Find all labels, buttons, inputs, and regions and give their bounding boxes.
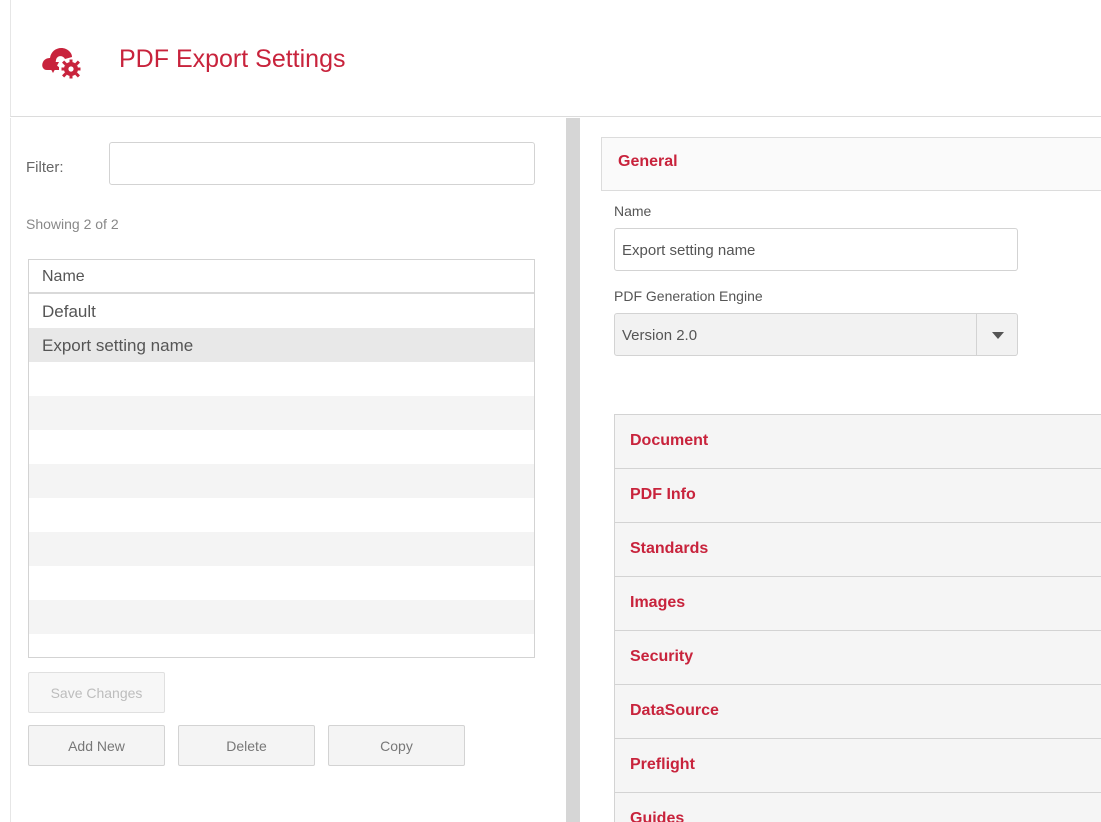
- section-images[interactable]: Images: [614, 576, 1101, 630]
- column-header-name[interactable]: Name: [29, 260, 534, 294]
- table-row[interactable]: Default: [29, 294, 534, 328]
- dropdown-toggle[interactable]: [976, 314, 1017, 355]
- section-label: Images: [630, 594, 686, 611]
- settings-sections-accordion: Document PDF Info Standards Images Secur…: [614, 414, 1101, 822]
- general-section-header[interactable]: General: [601, 137, 1101, 191]
- section-label: DataSource: [630, 702, 719, 719]
- section-pdf-info[interactable]: PDF Info: [614, 468, 1101, 522]
- section-label: Standards: [630, 540, 709, 557]
- section-label: Guides: [630, 810, 685, 822]
- empty-row: [29, 498, 534, 532]
- page-title: PDF Export Settings: [119, 45, 346, 73]
- section-label: Security: [630, 648, 694, 665]
- section-guides[interactable]: Guides: [614, 792, 1101, 822]
- section-label: Preflight: [630, 756, 695, 773]
- section-security[interactable]: Security: [614, 630, 1101, 684]
- name-field-label: Name: [614, 203, 652, 219]
- empty-row: [29, 532, 534, 566]
- copy-button[interactable]: Copy: [328, 725, 465, 766]
- engine-select-value: Version 2.0: [622, 327, 698, 344]
- app-header: PDF Export Settings: [10, 0, 1101, 117]
- empty-row: [29, 566, 534, 600]
- section-document[interactable]: Document: [614, 414, 1101, 468]
- empty-row: [29, 600, 534, 634]
- empty-row: [29, 396, 534, 430]
- section-label: Document: [630, 432, 709, 449]
- delete-button[interactable]: Delete: [178, 725, 315, 766]
- empty-row: [29, 362, 534, 396]
- save-changes-button[interactable]: Save Changes: [28, 672, 165, 713]
- section-standards[interactable]: Standards: [614, 522, 1101, 576]
- add-new-button[interactable]: Add New: [28, 725, 165, 766]
- settings-table: Name Default Export setting name: [28, 259, 535, 658]
- panel-splitter[interactable]: [566, 118, 580, 822]
- empty-row: [29, 464, 534, 498]
- settings-detail-panel: General Name Export setting name PDF Gen…: [580, 118, 1101, 822]
- name-field[interactable]: Export setting name: [614, 228, 1018, 271]
- filter-label: Filter:: [26, 159, 64, 176]
- engine-field-label: PDF Generation Engine: [614, 288, 763, 304]
- engine-select[interactable]: Version 2.0: [614, 313, 1018, 356]
- section-datasource[interactable]: DataSource: [614, 684, 1101, 738]
- general-section-title: General: [618, 153, 678, 170]
- table-row[interactable]: Export setting name: [29, 328, 534, 362]
- showing-count: Showing 2 of 2: [26, 216, 119, 232]
- chevron-down-icon: [992, 332, 1004, 339]
- section-preflight[interactable]: Preflight: [614, 738, 1101, 792]
- empty-row: [29, 430, 534, 464]
- settings-list-panel: Filter: Showing 2 of 2 Name Default Expo…: [10, 118, 566, 822]
- filter-input[interactable]: [109, 142, 535, 185]
- cloud-gear-icon: [42, 48, 81, 79]
- section-label: PDF Info: [630, 486, 696, 503]
- empty-row: [29, 634, 534, 657]
